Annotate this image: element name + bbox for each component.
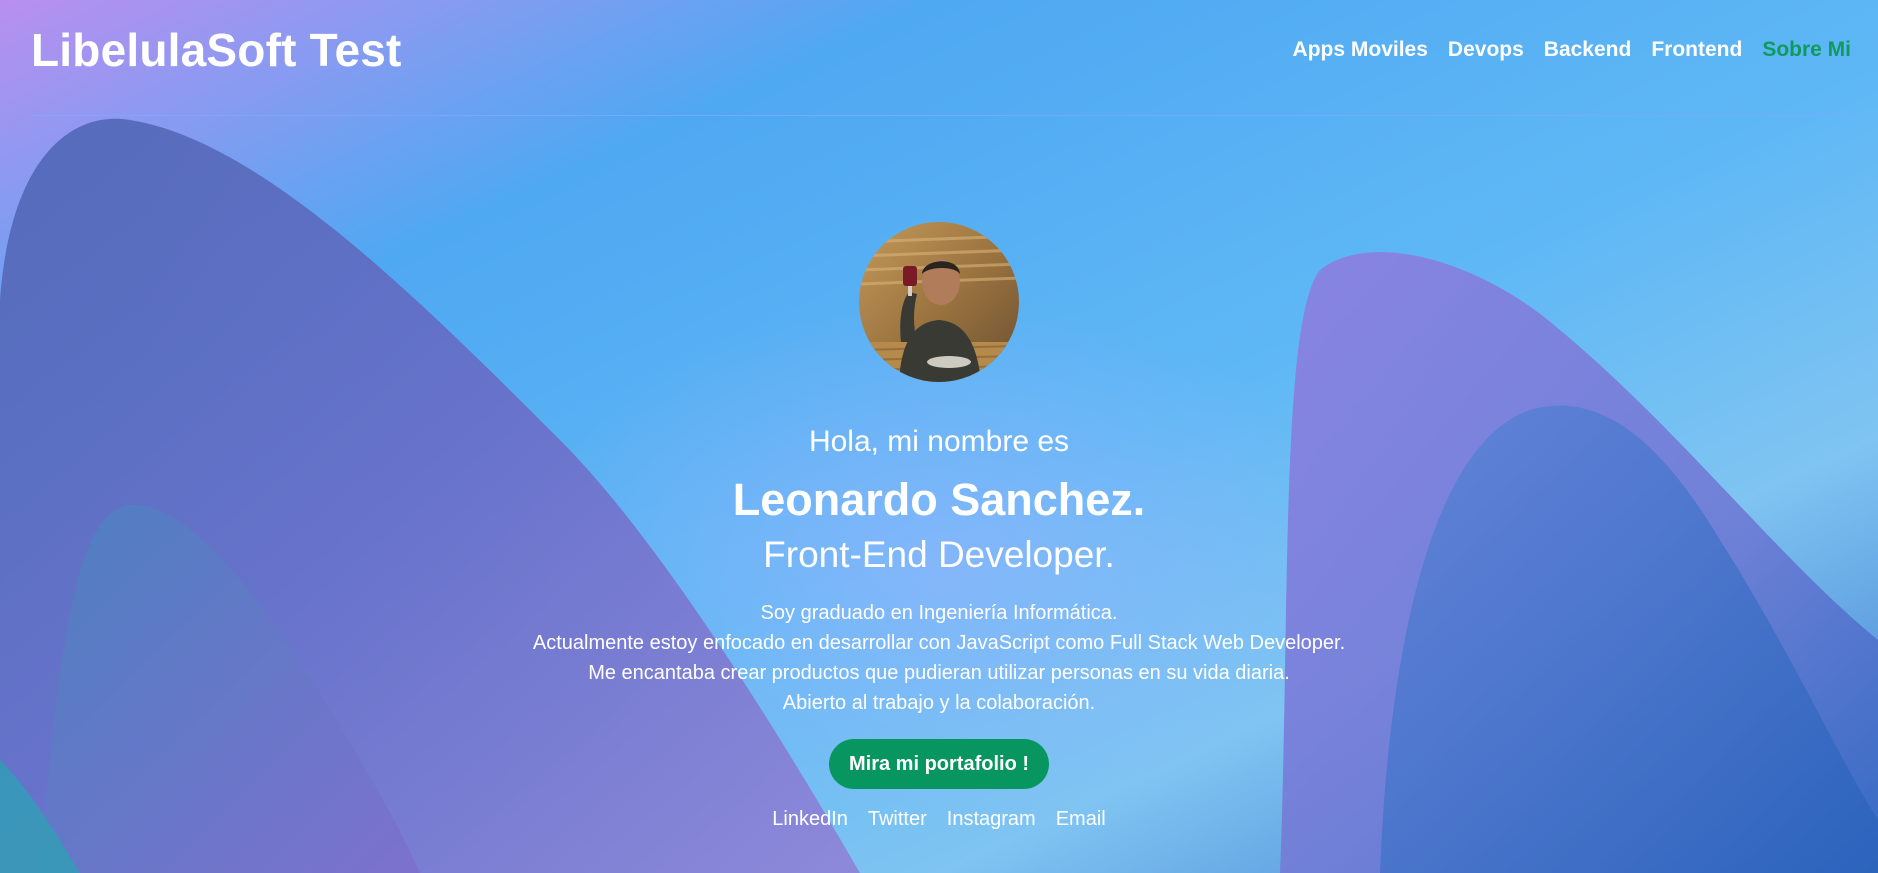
bio-line: Soy graduado en Ingeniería Informática. [760,602,1118,624]
main-nav: Apps Moviles Devops Backend Frontend Sob… [1293,36,1851,64]
avatar [859,222,1019,382]
nav-backend[interactable]: Backend [1544,36,1632,64]
bio-paragraph: Soy graduado en Ingeniería Informática. … [0,598,1878,718]
nav-sobre-mi[interactable]: Sobre Mi [1762,36,1851,64]
social-links: LinkedIn Twitter Instagram Email [0,805,1878,833]
job-title: Front-End Developer. [763,534,1115,575]
hero-section: Hola, mi nombre es Leonardo Sanchez. Fro… [0,222,1878,833]
bio-line: Abierto al trabajo y la colaboración. [782,692,1096,714]
bio-line: Actualmente estoy enfocado en desarrolla… [532,632,1346,654]
profile-photo-icon [859,222,1019,382]
nav-frontend[interactable]: Frontend [1651,36,1742,64]
person-name: Leonardo Sanchez. [732,474,1146,525]
site-header: LibelulaSoft Test Apps Moviles Devops Ba… [0,0,1878,116]
greeting-text: Hola, mi nombre es [808,425,1070,458]
header-divider [31,115,1851,116]
social-linkedin-link[interactable]: LinkedIn [772,805,848,833]
brand-logo[interactable]: LibelulaSoft Test [31,22,402,78]
nav-devops[interactable]: Devops [1448,36,1524,64]
social-email-link[interactable]: Email [1056,805,1106,833]
portfolio-button[interactable]: Mira mi portafolio ! [829,739,1049,789]
nav-apps-moviles[interactable]: Apps Moviles [1293,36,1428,64]
social-instagram-link[interactable]: Instagram [947,805,1036,833]
bio-line: Me encantaba crear productos que pudiera… [588,662,1290,684]
social-twitter-link[interactable]: Twitter [868,805,927,833]
